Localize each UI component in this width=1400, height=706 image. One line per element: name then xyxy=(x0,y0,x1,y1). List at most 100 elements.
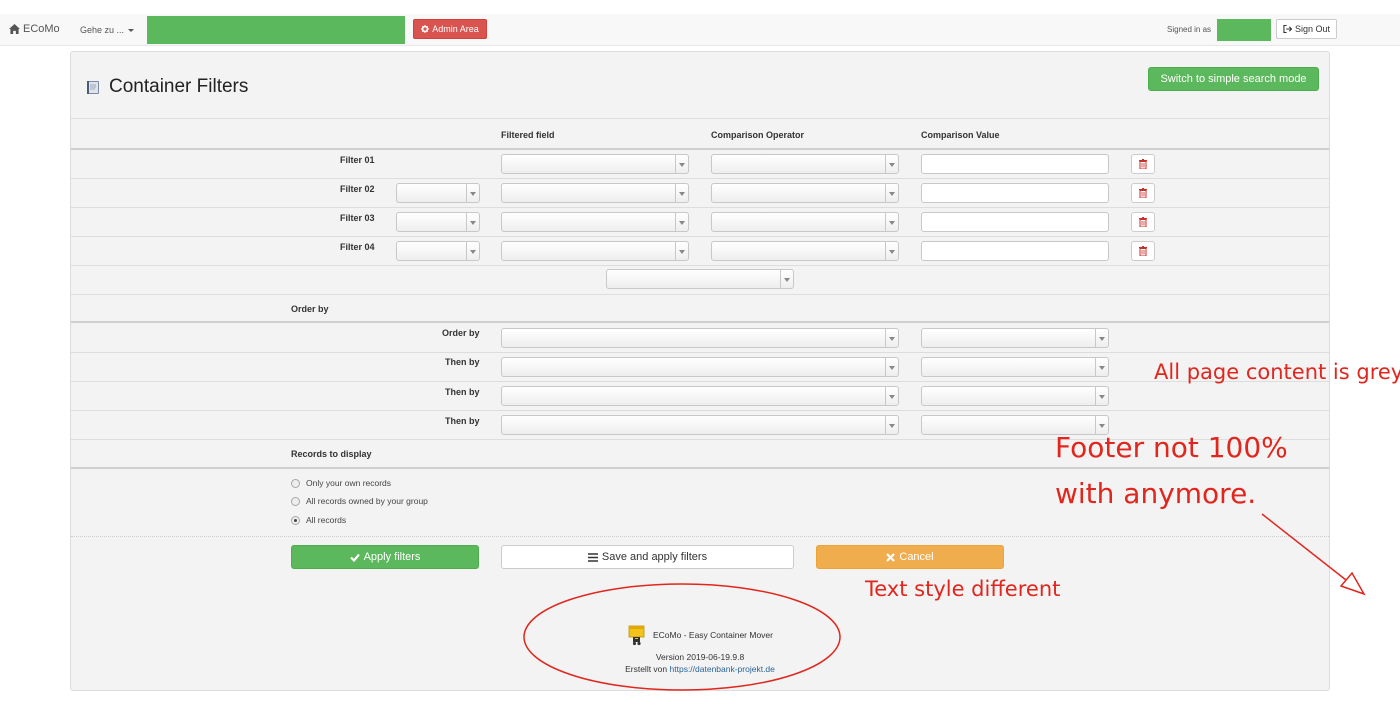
order-4-field-select[interactable] xyxy=(501,415,899,435)
admin-area-label: Admin Area xyxy=(432,24,479,34)
chevron-down-icon xyxy=(466,242,479,260)
filter-4-value-input[interactable] xyxy=(921,241,1109,261)
divider xyxy=(71,148,1329,150)
chevron-down-icon xyxy=(885,213,898,231)
filter-4-join-select[interactable] xyxy=(396,241,480,261)
trash-icon xyxy=(1139,217,1147,227)
divider xyxy=(71,207,1329,208)
divider xyxy=(71,410,1329,411)
annotation-arrowhead xyxy=(1339,571,1366,596)
chevron-down-icon xyxy=(885,358,898,376)
filter-2-value-input[interactable] xyxy=(921,183,1109,203)
chevron-down-icon xyxy=(675,155,688,173)
filter-4-delete-button[interactable] xyxy=(1131,241,1155,261)
radio-label: All records xyxy=(306,515,347,525)
cancel-label: Cancel xyxy=(899,551,934,563)
save-apply-filters-button[interactable]: Save and apply filters xyxy=(501,545,794,569)
radio-button[interactable] xyxy=(291,496,300,506)
cancel-button[interactable]: Cancel xyxy=(816,545,1004,569)
radio-all-records[interactable]: All records xyxy=(291,515,346,525)
filter-label-4: Filter 04 xyxy=(340,242,375,252)
records-section-label: Records to display xyxy=(291,449,372,459)
chevron-down-icon xyxy=(780,270,793,288)
add-filter-select[interactable] xyxy=(606,269,794,289)
chevron-down-icon xyxy=(885,387,898,405)
filter-3-field-select[interactable] xyxy=(501,212,689,232)
order-section-label: Order by xyxy=(291,304,329,314)
ecomo-logo-icon xyxy=(628,625,645,646)
filter-4-operator-select[interactable] xyxy=(711,241,899,261)
order-1-direction-select[interactable] xyxy=(921,328,1109,348)
filter-3-delete-button[interactable] xyxy=(1131,212,1155,232)
order-2-field-select[interactable] xyxy=(501,357,899,377)
radio-button-checked[interactable] xyxy=(291,515,300,525)
chevron-down-icon xyxy=(885,416,898,434)
chevron-down-icon xyxy=(885,329,898,347)
filter-2-delete-button[interactable] xyxy=(1131,183,1155,203)
trash-icon xyxy=(1139,246,1147,256)
annotation-grey-note: All page content is grey xyxy=(1154,360,1400,384)
signed-in-label: Signed in as xyxy=(1167,25,1212,34)
page-title: Container Filters xyxy=(85,76,248,98)
filter-1-field-select[interactable] xyxy=(501,154,689,174)
radio-group-records[interactable]: All records owned by your group xyxy=(291,496,428,506)
order-1-field-select[interactable] xyxy=(501,328,899,348)
footer-version: Version 2019-06-19.9.8 xyxy=(655,652,745,662)
order-label-3: Then by xyxy=(445,387,480,397)
chevron-down-icon xyxy=(675,242,688,260)
divider xyxy=(71,294,1329,295)
footer-title: ECoMo - Easy Container Mover xyxy=(653,630,773,640)
brand-link[interactable]: ECoMo xyxy=(9,23,60,35)
filter-label-2: Filter 02 xyxy=(340,184,375,194)
footer-link[interactable]: https://datenbank-projekt.de xyxy=(670,664,775,674)
filter-2-field-select[interactable] xyxy=(501,183,689,203)
divider xyxy=(71,321,1329,323)
filter-label-1: Filter 01 xyxy=(340,155,375,165)
radio-button[interactable] xyxy=(291,478,300,488)
chevron-down-icon xyxy=(1095,329,1108,347)
chevron-down-icon xyxy=(1095,387,1108,405)
filter-1-operator-select[interactable] xyxy=(711,154,899,174)
page-title-text: Container Filters xyxy=(109,76,249,97)
divider xyxy=(71,467,1329,469)
close-icon xyxy=(886,552,896,562)
divider xyxy=(71,236,1329,237)
order-3-direction-select[interactable] xyxy=(921,386,1109,406)
home-icon xyxy=(9,24,20,34)
gear-icon xyxy=(421,25,430,33)
save-apply-filters-label: Save and apply filters xyxy=(601,551,708,563)
trash-icon xyxy=(1139,188,1147,198)
order-2-direction-select[interactable] xyxy=(921,357,1109,377)
apply-filters-button[interactable]: Apply filters xyxy=(291,545,479,569)
filter-1-delete-button[interactable] xyxy=(1131,154,1155,174)
chevron-down-icon xyxy=(675,184,688,202)
sign-out-button[interactable]: Sign Out xyxy=(1276,19,1337,39)
footer-created-by: Erstellt von xyxy=(625,664,668,674)
filter-2-join-select[interactable] xyxy=(396,183,480,203)
order-label-4: Then by xyxy=(445,416,480,426)
chevron-down-icon xyxy=(675,213,688,231)
goto-dropdown[interactable]: Gehe zu ... xyxy=(80,25,135,35)
filter-4-field-select[interactable] xyxy=(501,241,689,261)
filter-3-value-input[interactable] xyxy=(921,212,1109,232)
switch-simple-mode-button[interactable]: Switch to simple search mode xyxy=(1148,67,1319,91)
goto-label: Gehe zu ... xyxy=(80,25,125,35)
book-icon xyxy=(87,80,99,94)
radio-own-records[interactable]: Only your own records xyxy=(291,478,391,488)
brand-label: ECoMo xyxy=(23,23,60,35)
filter-3-operator-select[interactable] xyxy=(711,212,899,232)
annotation-footer-note-1: Footer not 100% xyxy=(1055,431,1288,464)
filter-1-value-input[interactable] xyxy=(921,154,1109,174)
order-3-field-select[interactable] xyxy=(501,386,899,406)
top-navbar: ECoMo Gehe zu ... Admin Area Signed in a… xyxy=(0,14,1400,46)
filter-2-operator-select[interactable] xyxy=(711,183,899,203)
divider xyxy=(71,352,1329,353)
footer-credit: Erstellt von https://datenbank-projekt.d… xyxy=(71,664,1329,674)
list-icon xyxy=(587,552,598,562)
trash-icon xyxy=(1139,159,1147,169)
filter-3-join-select[interactable] xyxy=(396,212,480,232)
redacted-username xyxy=(1217,19,1271,41)
admin-area-button[interactable]: Admin Area xyxy=(413,19,487,39)
main-panel: Container Filters Switch to simple searc… xyxy=(70,51,1330,691)
chevron-down-icon xyxy=(885,184,898,202)
